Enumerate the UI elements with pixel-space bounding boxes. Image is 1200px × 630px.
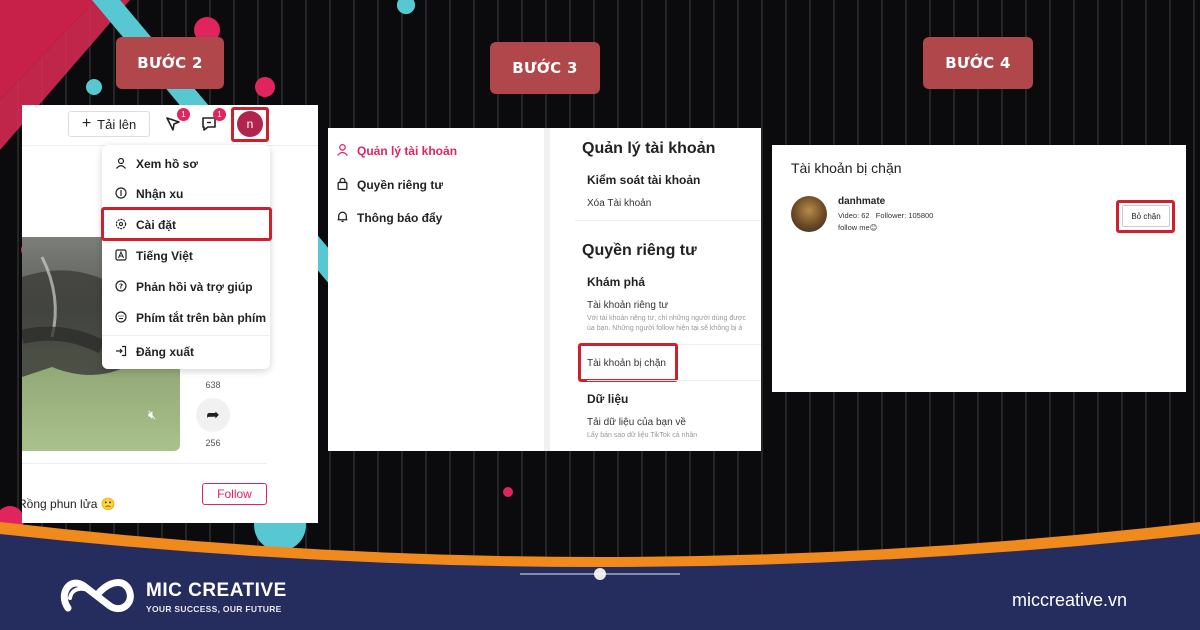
upload-label: Tải lên: [97, 116, 137, 132]
blocked-user-bio: follow me😊: [838, 223, 878, 232]
language-icon: [114, 248, 128, 264]
messages-icon[interactable]: 1: [198, 108, 226, 135]
inbox-badge: 1: [177, 108, 190, 121]
menu-item-logout[interactable]: Đăng xuất: [102, 338, 270, 366]
follow-button[interactable]: Follow: [202, 483, 267, 505]
menu-item-label: Xem hồ sơ: [136, 157, 198, 171]
highlight-avatar: [231, 107, 269, 142]
menu-item-view-profile[interactable]: Xem hồ sơ: [102, 150, 270, 178]
private-account-desc-2: ủa bạn. Những người follow hiện tại sẽ k…: [587, 325, 743, 332]
download-data-desc: Lấy bản sao dữ liệu TikTok cả nhân: [587, 432, 698, 439]
private-account-desc-1: Với tài khoản riêng tư, chỉ những người …: [587, 315, 746, 322]
share-icon[interactable]: ➦: [196, 398, 230, 432]
menu-item-get-coins[interactable]: Nhận xu: [102, 180, 270, 208]
messages-badge: 1: [213, 108, 226, 121]
menu-item-label: Phím tắt trên bàn phím: [136, 311, 267, 325]
menu-item-language[interactable]: Tiếng Việt: [102, 242, 270, 270]
content-divider: [587, 380, 761, 381]
user-icon: [114, 157, 128, 172]
comment-count: 638: [205, 380, 221, 390]
logout-icon: [114, 345, 128, 360]
blocked-username[interactable]: danhmate: [838, 196, 885, 207]
share-count: 256: [205, 438, 221, 448]
highlight-unblock: [1116, 200, 1175, 233]
inbox-filter-icon[interactable]: 1: [162, 108, 190, 135]
privacy-heading: Quyền riêng tư: [582, 242, 697, 259]
settings-sidebar: Quản lý tài khoản Quyền riêng tư Thông b…: [328, 128, 550, 451]
brand-slogan: YOUR SUCCESS, OUR FUTURE: [146, 604, 282, 614]
menu-item-keyboard-shortcuts[interactable]: Phím tắt trên bàn phím: [102, 304, 270, 332]
profile-dropdown-menu: Xem hồ sơ Nhận xu Cài đặt Tiếng Việt ? P…: [102, 145, 270, 369]
svg-text:?: ?: [119, 282, 123, 290]
mute-icon[interactable]: 🔇︎: [148, 407, 156, 423]
menu-item-label: Nhận xu: [136, 187, 184, 201]
lock-icon: [336, 177, 349, 193]
content-divider: [575, 220, 761, 221]
sidebar-item-label: Quyền riêng tư: [357, 178, 444, 192]
sidebar-item-account-management[interactable]: Quản lý tài khoản: [336, 143, 457, 159]
account-heading: Quản lý tài khoản: [582, 140, 716, 157]
settings-panel: Quản lý tài khoản Quyền riêng tư Thông b…: [328, 128, 761, 451]
keyboard-icon: [114, 310, 128, 326]
menu-divider: [102, 335, 270, 336]
sidebar-item-label: Thông báo đẩy: [357, 211, 443, 225]
video-divider: [22, 463, 267, 464]
tiktok-profile-menu-panel: + Tải lên 1 1 n 🔇︎ 638 ➦ 256 Follow Rồng…: [22, 105, 318, 523]
sidebar-item-push-notifications[interactable]: Thông báo đẩy: [336, 210, 442, 226]
blocked-accounts-panel: Tài khoản bị chặn danhmate Video: 62 Fol…: [772, 145, 1186, 392]
menu-item-label: Phản hồi và trợ giúp: [136, 280, 253, 294]
help-icon: ?: [114, 279, 128, 295]
step-3-badge: BƯỚC 3: [490, 42, 600, 94]
brand-name: MIC CREATIVE: [146, 580, 287, 601]
sidebar-item-privacy[interactable]: Quyền riêng tư: [336, 177, 443, 193]
coin-icon: [114, 186, 128, 202]
step-4-badge: BƯỚC 4: [923, 37, 1033, 89]
upload-button[interactable]: + Tải lên: [68, 111, 150, 137]
decor-dot-pink: [503, 487, 513, 497]
step-2-badge: BƯỚC 2: [116, 37, 224, 89]
bell-icon: [336, 210, 349, 226]
settings-content: Quản lý tài khoản Kiểm soát tài khoản Xó…: [558, 128, 761, 451]
highlight-blocked-accounts: [578, 343, 678, 382]
footer-wave: [0, 522, 1200, 582]
download-data-label[interactable]: Tải dữ liệu của bạn về: [587, 417, 686, 428]
discover-title: Khám phá: [587, 275, 646, 289]
mic-creative-logo-icon: [60, 579, 134, 613]
sidebar-item-label: Quản lý tài khoản: [357, 144, 458, 158]
website-link[interactable]: miccreative.vn: [1012, 590, 1127, 611]
menu-item-label: Tiếng Việt: [136, 249, 193, 263]
video-caption: Rồng phun lửa 🙁: [22, 497, 116, 511]
blocked-title: Tài khoản bị chặn: [791, 160, 902, 176]
highlight-settings: [101, 207, 272, 241]
user-icon: [336, 143, 349, 159]
blocked-user-stats: Video: 62 Follower: 105800: [838, 211, 934, 220]
avatar: [791, 196, 827, 232]
private-account-label: Tài khoản riêng tư: [587, 300, 669, 311]
account-control-title: Kiểm soát tài khoản: [587, 173, 701, 187]
delete-account-link[interactable]: Xóa Tài khoản: [587, 198, 651, 209]
menu-item-label: Đăng xuất: [136, 345, 195, 359]
data-heading: Dữ liệu: [587, 392, 629, 406]
plus-icon: +: [81, 115, 92, 132]
menu-item-feedback-help[interactable]: ? Phản hồi và trợ giúp: [102, 273, 270, 301]
